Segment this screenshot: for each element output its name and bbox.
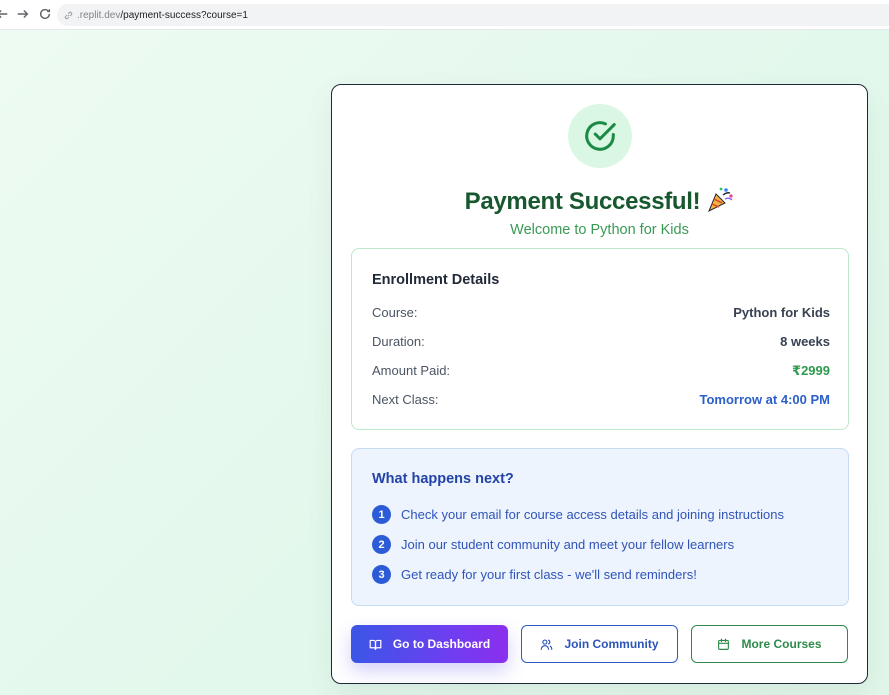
- title-text: Payment Successful!: [464, 188, 701, 215]
- row-value: Python for Kids: [733, 305, 830, 320]
- list-item: 1 Check your email for course access det…: [372, 505, 784, 524]
- page-subtitle: Welcome to Python for Kids: [510, 222, 689, 238]
- step-number: 2: [372, 535, 391, 554]
- row-label: Amount Paid:: [372, 363, 451, 378]
- url-path: /payment-success?course=1: [120, 9, 248, 21]
- step-text: Join our student community and meet your…: [401, 537, 735, 552]
- button-label: Join Community: [564, 637, 659, 651]
- forward-arrow-icon[interactable]: [15, 6, 31, 22]
- enrollment-row-course: Course: Python for Kids: [372, 305, 830, 320]
- list-item: 2 Join our student community and meet yo…: [372, 535, 734, 554]
- success-badge: [568, 104, 632, 168]
- button-label: Go to Dashboard: [392, 637, 491, 651]
- payment-success-card: Payment Successful! Welcome to Python fo…: [331, 84, 868, 684]
- party-popper-icon: [706, 185, 734, 220]
- row-label: Next Class:: [372, 392, 439, 407]
- calendar-icon: [718, 638, 730, 650]
- row-value: 8 weeks: [780, 334, 830, 349]
- address-bar[interactable]: .replit.dev /payment-success?course=1: [57, 4, 889, 26]
- page-title: Payment Successful!: [332, 185, 867, 220]
- join-community-button[interactable]: Join Community: [521, 625, 678, 663]
- step-text: Get ready for your first class - we'll s…: [401, 567, 697, 582]
- link-icon: [64, 11, 73, 19]
- more-courses-button[interactable]: More Courses: [691, 625, 848, 663]
- step-text: Check your email for course access detai…: [401, 507, 784, 522]
- row-label: Duration:: [372, 334, 425, 349]
- enrollment-heading: Enrollment Details: [372, 272, 500, 288]
- url-host: .replit.dev: [77, 9, 121, 21]
- reload-icon[interactable]: [37, 6, 53, 22]
- next-steps-heading: What happens next?: [372, 471, 514, 487]
- back-arrow-icon[interactable]: [0, 6, 10, 22]
- button-label: More Courses: [741, 637, 822, 651]
- row-value: Tomorrow at 4:00 PM: [699, 392, 830, 407]
- step-number: 1: [372, 505, 391, 524]
- row-label: Course:: [372, 305, 418, 320]
- enrollment-row-amount: Amount Paid: ₹2999: [372, 363, 830, 379]
- go-to-dashboard-button[interactable]: Go to Dashboard: [351, 625, 508, 663]
- browser-toolbar: .replit.dev /payment-success?course=1: [0, 0, 889, 30]
- enrollment-row-next-class: Next Class: Tomorrow at 4:00 PM: [372, 392, 830, 407]
- enrollment-details-panel: Enrollment Details Course: Python for Ki…: [351, 248, 849, 430]
- row-value: ₹2999: [792, 363, 830, 378]
- next-steps-panel: What happens next? 1 Check your email fo…: [351, 448, 849, 606]
- list-item: 3 Get ready for your first class - we'll…: [372, 565, 697, 584]
- users-icon: [541, 638, 553, 650]
- check-circle-icon: [585, 121, 616, 151]
- book-icon: [369, 639, 382, 650]
- step-number: 3: [372, 565, 391, 584]
- enrollment-row-duration: Duration: 8 weeks: [372, 334, 830, 349]
